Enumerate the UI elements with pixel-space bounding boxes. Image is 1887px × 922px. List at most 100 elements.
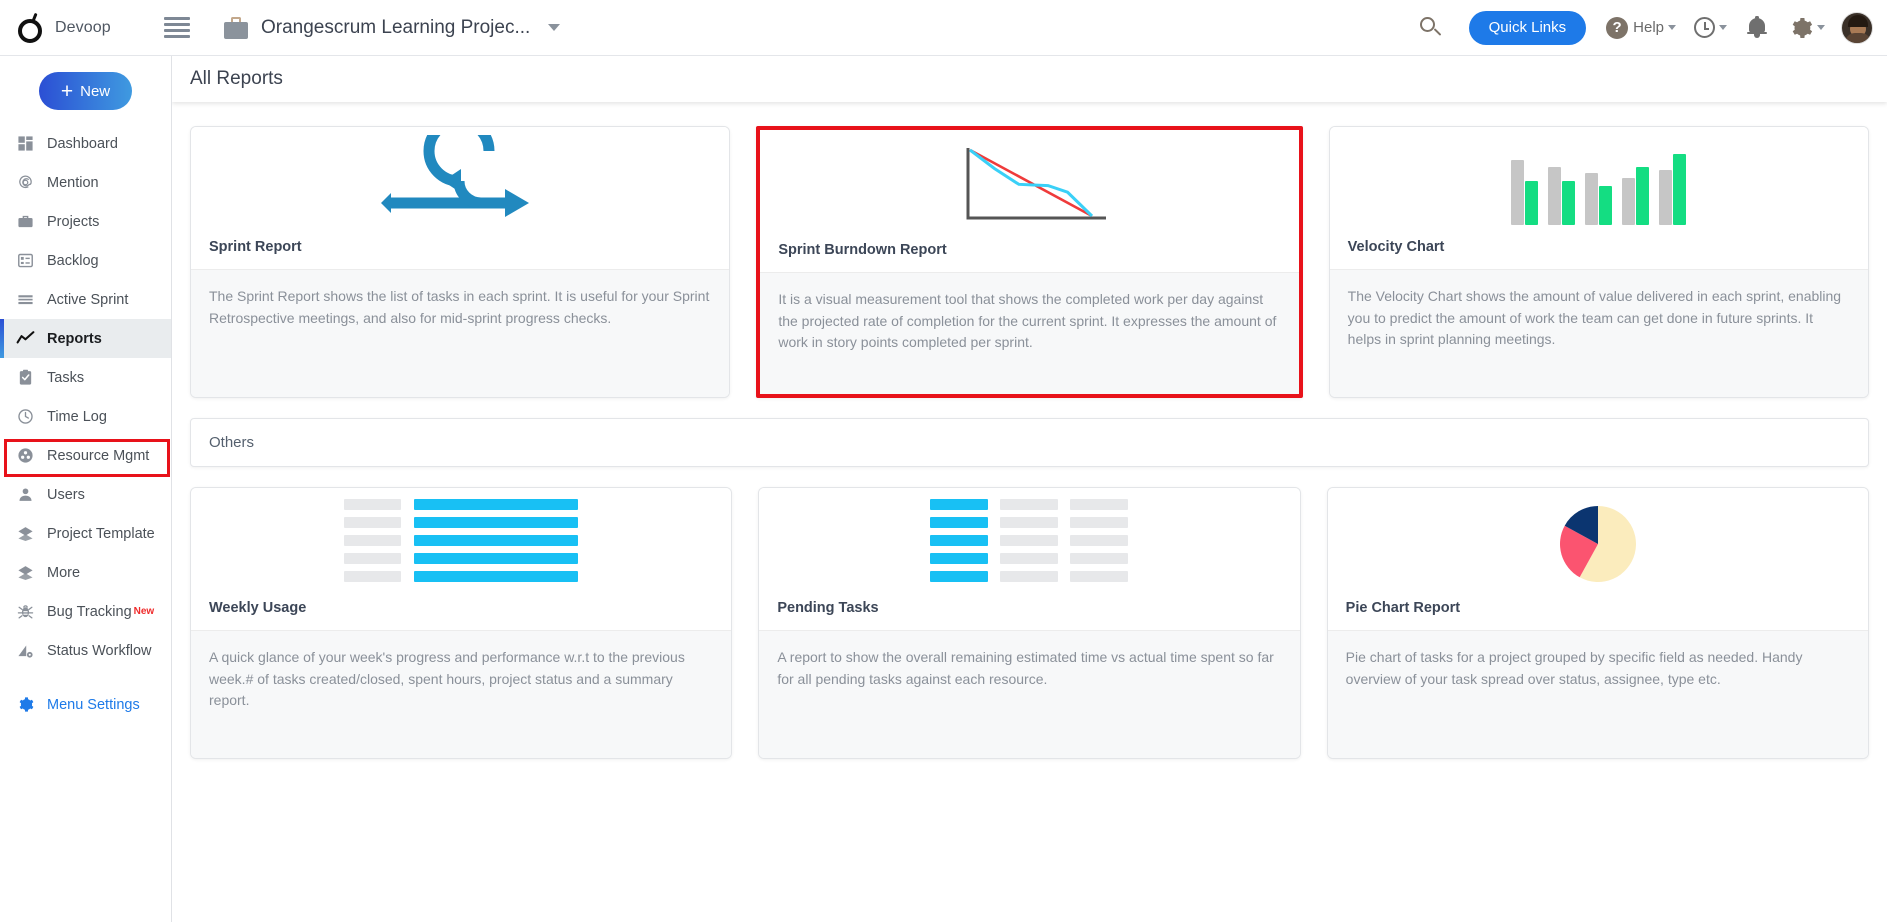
chevron-down-icon bbox=[1668, 25, 1676, 30]
sidebar-item-label: Projects bbox=[47, 213, 100, 230]
menu-settings-button[interactable]: Menu Settings bbox=[0, 685, 171, 724]
velocity-bar-committed bbox=[1548, 167, 1562, 225]
others-section-header: Others bbox=[190, 418, 1869, 467]
sidebar-nav-list: Dashboard Mention Projects Backlog Active Sp… bbox=[0, 124, 171, 670]
pending-tasks-row bbox=[930, 571, 1129, 582]
clock-icon bbox=[14, 408, 37, 425]
chart-line-icon bbox=[14, 329, 37, 348]
clock-icon bbox=[1694, 17, 1715, 38]
pending-tasks-row bbox=[930, 553, 1129, 564]
page-title: All Reports bbox=[190, 68, 283, 89]
others-label: Others bbox=[209, 434, 255, 451]
burndown-line-chart-icon bbox=[966, 148, 1107, 220]
card-illustration bbox=[759, 488, 1300, 600]
chevron-down-icon[interactable] bbox=[548, 24, 561, 31]
sidebar-item-more[interactable]: More bbox=[0, 553, 171, 592]
report-card-pie-chart-report[interactable]: Pie Chart Report Pie chart of tasks for a… bbox=[1326, 487, 1869, 759]
card-description: The Sprint Report shows the list of task… bbox=[191, 269, 730, 397]
timer-menu[interactable] bbox=[1694, 17, 1727, 38]
search-icon[interactable] bbox=[1413, 11, 1447, 45]
weekly-usage-row bbox=[344, 571, 579, 582]
bug-icon bbox=[14, 603, 37, 620]
sidebar-item-backlog[interactable]: Backlog bbox=[0, 241, 171, 280]
velocity-bar-chart-icon bbox=[1511, 141, 1687, 225]
layers-icon bbox=[14, 564, 37, 581]
user-avatar[interactable] bbox=[1841, 11, 1873, 44]
card-illustration bbox=[191, 127, 730, 239]
settings-menu[interactable] bbox=[1789, 16, 1825, 40]
sidebar-item-mention[interactable]: Mention bbox=[0, 163, 171, 202]
card-description: Pie chart of tasks for a project grouped… bbox=[1327, 630, 1868, 758]
brand-name: Devoop bbox=[55, 18, 111, 36]
sidebar-item-label: Tasks bbox=[47, 369, 85, 386]
sidebar-item-resource-mgmt[interactable]: Resource Mgmt bbox=[0, 436, 171, 475]
report-card-sprint-burndown-report[interactable]: Sprint Burndown Report It is a visual mea… bbox=[756, 126, 1303, 398]
weekly-usage-row bbox=[344, 517, 579, 528]
sidebar-item-dashboard[interactable]: Dashboard bbox=[0, 124, 171, 163]
project-selector[interactable]: Orangescrum Learning Projec... bbox=[224, 16, 561, 39]
project-title: Orangescrum Learning Projec... bbox=[261, 16, 531, 38]
card-title: Pending Tasks bbox=[777, 600, 879, 616]
sidebar-item-label: Dashboard bbox=[47, 135, 118, 152]
card-description: A quick glance of your week's progress a… bbox=[191, 630, 732, 758]
pending-tasks-bars-icon bbox=[930, 499, 1129, 589]
velocity-bar-committed bbox=[1511, 160, 1525, 225]
others-card-row: Weekly Usage A quick glance of your week'… bbox=[190, 487, 1869, 759]
sidebar-item-label: Reports bbox=[47, 330, 102, 347]
sidebar-item-label: Time Log bbox=[47, 408, 107, 425]
quick-links-button[interactable]: Quick Links bbox=[1468, 10, 1587, 45]
sidebar-item-reports[interactable]: Reports bbox=[0, 319, 171, 358]
chevron-down-icon bbox=[1817, 25, 1825, 30]
new-button[interactable]: + New bbox=[39, 72, 132, 110]
help-label: Help bbox=[1633, 19, 1664, 36]
layers-icon bbox=[14, 525, 37, 542]
notification-bell-icon[interactable] bbox=[1747, 16, 1767, 39]
new-button-label: New bbox=[80, 82, 111, 100]
sidebar-item-tasks[interactable]: Tasks bbox=[0, 358, 171, 397]
sidebar-item-projects[interactable]: Projects bbox=[0, 202, 171, 241]
gear-icon bbox=[1792, 17, 1813, 38]
sidebar-item-bug-tracking[interactable]: Bug Tracking New bbox=[0, 592, 171, 631]
chevron-down-icon bbox=[1719, 25, 1727, 30]
new-badge: New bbox=[133, 606, 155, 617]
card-description: It is a visual measurement tool that sho… bbox=[760, 272, 1299, 394]
velocity-bar-completed bbox=[1599, 185, 1613, 225]
pending-tasks-row bbox=[930, 499, 1129, 510]
sidebar-item-label: Mention bbox=[47, 174, 99, 191]
velocity-bar-committed bbox=[1585, 172, 1599, 225]
backlog-icon bbox=[14, 252, 37, 269]
report-card-pending-tasks[interactable]: Pending Tasks A report to show the overal… bbox=[758, 487, 1301, 759]
pending-tasks-row bbox=[930, 517, 1129, 528]
report-card-sprint-report[interactable]: Sprint Report The Sprint Report shows the… bbox=[190, 126, 731, 398]
sidebar-item-time-log[interactable]: Time Log bbox=[0, 397, 171, 436]
report-card-weekly-usage[interactable]: Weekly Usage A quick glance of your week'… bbox=[190, 487, 733, 759]
card-description: A report to show the overall remaining e… bbox=[759, 630, 1300, 758]
sidebar-item-status-workflow[interactable]: Status Workflow bbox=[0, 631, 171, 670]
brand[interactable]: Devoop bbox=[16, 12, 136, 44]
help-menu[interactable]: ? Help bbox=[1606, 16, 1676, 39]
topbar-actions: Quick Links ? Help bbox=[1413, 10, 1887, 45]
clipboard-check-icon bbox=[14, 369, 37, 386]
sidebar-item-users[interactable]: Users bbox=[0, 475, 171, 514]
others-reports-section: Weekly Usage A quick glance of your week'… bbox=[172, 467, 1887, 759]
card-title: Weekly Usage bbox=[209, 600, 307, 616]
card-illustration bbox=[760, 130, 1299, 242]
pending-tasks-row bbox=[930, 535, 1129, 546]
sidebar-item-label: Status Workflow bbox=[47, 642, 152, 659]
sidebar-item-project-template[interactable]: Project Template bbox=[0, 514, 171, 553]
sidebar-item-active-sprint[interactable]: Active Sprint bbox=[0, 280, 171, 319]
sidebar-item-label: Backlog bbox=[47, 252, 99, 269]
card-title: Pie Chart Report bbox=[1345, 600, 1461, 616]
briefcase-icon bbox=[14, 213, 37, 230]
weekly-usage-row bbox=[344, 535, 579, 546]
sidebar: + New Dashboard Mention Projects Backlog Act… bbox=[0, 56, 172, 922]
hamburger-menu-icon[interactable] bbox=[164, 14, 190, 41]
people-circle-icon bbox=[14, 447, 37, 464]
card-illustration bbox=[1327, 488, 1868, 600]
card-title: Sprint Burndown Report bbox=[778, 242, 947, 258]
primary-reports-section: Sprint Report The Sprint Report shows the… bbox=[172, 102, 1887, 398]
weekly-usage-row bbox=[344, 499, 579, 510]
velocity-bar-completed bbox=[1636, 167, 1650, 225]
report-card-velocity-chart[interactable]: Velocity Chart The Velocity Chart shows t… bbox=[1328, 126, 1869, 398]
card-title: Sprint Report bbox=[209, 239, 302, 255]
